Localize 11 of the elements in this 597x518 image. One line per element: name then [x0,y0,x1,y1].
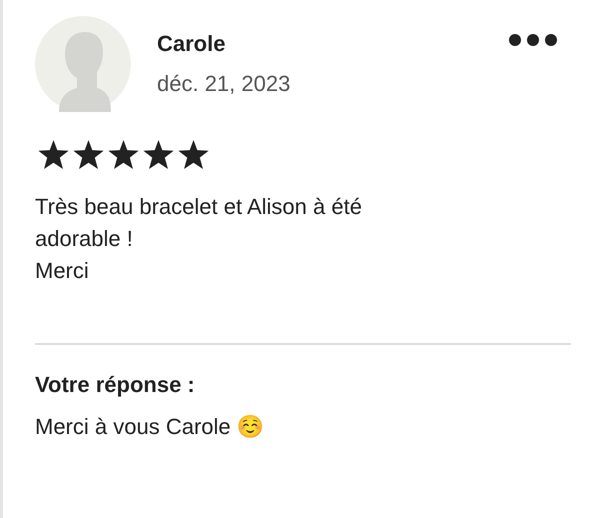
review-text: Très beau bracelet et Alison à été adorable ! Merci [35,193,363,285]
more-options-icon[interactable] [509,34,557,46]
star-icon [143,140,174,169]
star-icon [38,140,69,169]
reviewer-name: Carole [157,30,226,58]
star-icon [178,140,209,169]
response-heading: Votre réponse : [35,371,196,399]
review-date: déc. 21, 2023 [157,70,290,98]
star-icon [108,140,139,169]
response-text: Merci à vous Carole ☺ [35,413,265,441]
star-icon [73,140,104,169]
